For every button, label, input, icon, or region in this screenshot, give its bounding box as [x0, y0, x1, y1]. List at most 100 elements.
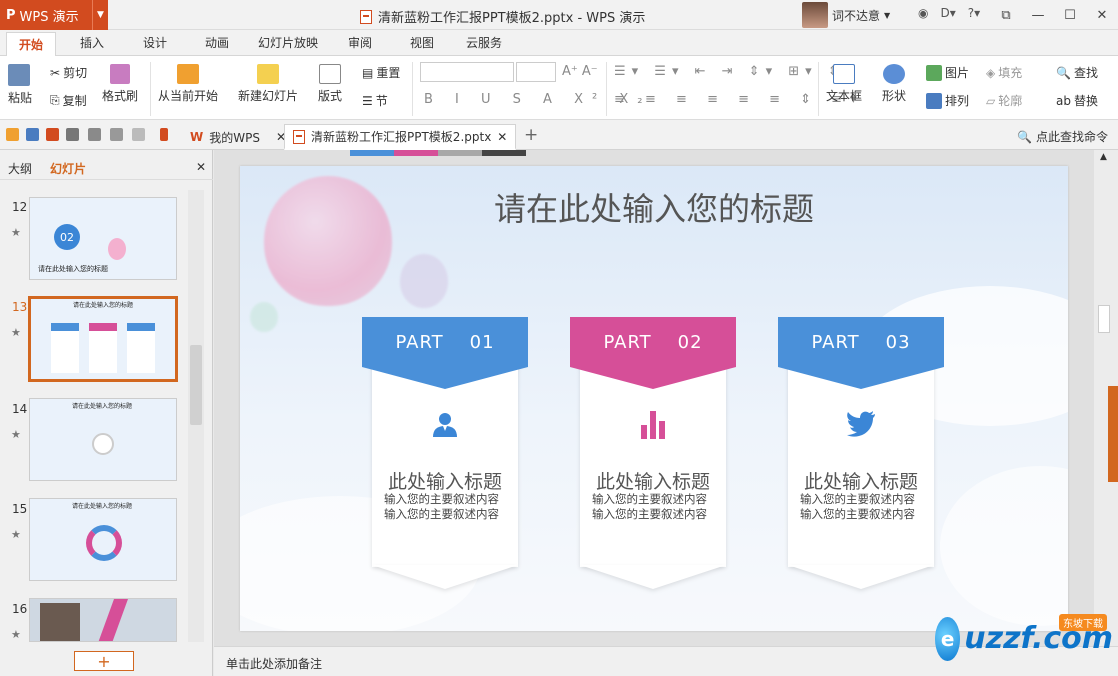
- find-button[interactable]: 🔍 查找: [1056, 64, 1098, 81]
- slide-thumbnail[interactable]: [29, 598, 177, 642]
- card-title[interactable]: 此处输入标题: [362, 467, 528, 494]
- tab-view[interactable]: 视图: [410, 34, 434, 51]
- font-grow-icon[interactable]: A⁺ A⁻: [562, 64, 598, 79]
- card-banner: PART 01: [362, 317, 528, 367]
- slide-thumbnail[interactable]: 请在此处输入您的标题: [29, 498, 177, 581]
- skin-icon[interactable]: ◉: [918, 6, 928, 20]
- from-current-button[interactable]: 从当前开始: [158, 64, 218, 104]
- card-title[interactable]: 此处输入标题: [570, 467, 736, 494]
- open-icon[interactable]: [6, 128, 19, 141]
- font-name-input[interactable]: [420, 62, 514, 82]
- side-panel-toggle[interactable]: [1108, 386, 1118, 482]
- scrollbar-thumb[interactable]: [190, 345, 202, 425]
- share-icon[interactable]: D▾: [940, 6, 955, 20]
- export-pdf-icon[interactable]: [46, 128, 59, 141]
- part-card[interactable]: PART 02 此处输入标题 输入您的主要叙述内容 输入您的主要叙述内容: [570, 317, 736, 597]
- format-painter-button[interactable]: 格式刷: [102, 64, 138, 104]
- section-button[interactable]: ☰ 节: [362, 92, 388, 109]
- card-description[interactable]: 输入您的主要叙述内容 输入您的主要叙述内容: [384, 492, 514, 522]
- avatar[interactable]: [802, 2, 828, 28]
- tab-slideshow[interactable]: 幻灯片放映: [258, 34, 318, 51]
- minimize-button[interactable]: —: [1022, 0, 1054, 30]
- paste-button[interactable]: 粘贴: [8, 64, 32, 106]
- close-button[interactable]: ✕: [1086, 0, 1118, 30]
- slide-thumbnail[interactable]: 02 请在此处输入您的标题: [29, 197, 177, 280]
- font-size-input[interactable]: [516, 62, 556, 82]
- shape-button[interactable]: 形状: [882, 64, 906, 104]
- slide-title[interactable]: 请在此处输入您的标题: [240, 184, 1068, 230]
- from-current-label: 从当前开始: [158, 89, 219, 103]
- new-slide-icon: [257, 64, 279, 84]
- scrollbar-thumb[interactable]: [1098, 305, 1110, 333]
- tab-slides[interactable]: 幻灯片: [50, 160, 86, 177]
- part-card[interactable]: PART 03 此处输入标题 输入您的主要叙述内容 输入您的主要叙述内容: [778, 317, 944, 597]
- close-icon[interactable]: ✕: [497, 130, 507, 144]
- save-icon[interactable]: [26, 128, 39, 141]
- print-icon[interactable]: [66, 128, 79, 141]
- tab-insert[interactable]: 插入: [80, 34, 104, 51]
- slide-thumbnail[interactable]: 请在此处输入您的标题: [29, 398, 177, 481]
- notes-placeholder[interactable]: 单击此处添加备注: [226, 655, 322, 672]
- tab-design[interactable]: 设计: [143, 34, 167, 51]
- slide[interactable]: 请在此处输入您的标题 PART 01 此处输入标题 输入您的主要叙述内容 输入您…: [240, 166, 1068, 631]
- outline-button[interactable]: ▱ 轮廓: [986, 92, 1022, 109]
- preview-icon[interactable]: [88, 128, 101, 141]
- search-icon: 🔍: [1017, 130, 1033, 144]
- layout-button[interactable]: 版式: [318, 64, 342, 104]
- card-description[interactable]: 输入您的主要叙述内容 输入您的主要叙述内容: [592, 492, 722, 522]
- user-account[interactable]: 词不达意 ▼: [802, 2, 890, 28]
- restore-icon[interactable]: ⧉: [990, 0, 1022, 30]
- thumbnail-caption: 请在此处输入您的标题: [72, 503, 133, 510]
- tab-animation[interactable]: 动画: [205, 34, 229, 51]
- pink-stripe: [97, 599, 129, 641]
- more-icon[interactable]: [160, 128, 168, 141]
- fill-button[interactable]: ◈ 填充: [986, 64, 1022, 81]
- redo-icon[interactable]: [132, 128, 145, 141]
- part-card[interactable]: PART 01 此处输入标题 输入您的主要叙述内容 输入您的主要叙述内容: [362, 317, 528, 597]
- panel-tabs: 大纲 幻灯片 ✕: [0, 150, 213, 180]
- chevron-down-icon[interactable]: ▼: [884, 11, 890, 20]
- shape-icon: [883, 64, 905, 84]
- bird-icon: [846, 409, 876, 439]
- help-icon[interactable]: ?▾: [968, 6, 980, 20]
- photo-thumbnail: [40, 603, 80, 641]
- balloon-icon: [250, 302, 278, 332]
- card-description[interactable]: 输入您的主要叙述内容 输入您的主要叙述内容: [800, 492, 930, 522]
- command-search[interactable]: 🔍 点此查找命令: [1017, 128, 1108, 145]
- picture-label: 图片: [945, 66, 970, 80]
- maximize-button[interactable]: ☐: [1054, 0, 1086, 30]
- cut-button[interactable]: ✂ 剪切: [50, 64, 87, 81]
- tab-document[interactable]: 清新蓝粉工作汇报PPT模板2.pptx ✕: [284, 124, 517, 150]
- new-tab-icon[interactable]: +: [524, 125, 538, 145]
- arrange-button[interactable]: 排列: [926, 92, 969, 109]
- user-name[interactable]: 词不达意: [832, 7, 880, 24]
- close-icon[interactable]: ✕: [196, 160, 206, 174]
- paste-label: 粘贴: [8, 91, 33, 105]
- textbox-button[interactable]: 文本框: [826, 64, 862, 104]
- tab-review[interactable]: 审阅: [348, 34, 372, 51]
- tab-home[interactable]: 开始: [6, 32, 57, 56]
- replace-button[interactable]: ab 替换: [1056, 92, 1098, 109]
- reset-button[interactable]: ▤ 重置: [362, 64, 400, 81]
- canvas-scrollbar[interactable]: ▲: [1094, 150, 1118, 646]
- app-menu-button[interactable]: P WPS 演示 ▼: [0, 0, 108, 30]
- card-title[interactable]: 此处输入标题: [778, 467, 944, 494]
- chevron-down-icon[interactable]: ▼: [92, 0, 108, 30]
- card-tip: [580, 565, 726, 589]
- tab-my-wps[interactable]: W 我的WPS ✕: [182, 124, 294, 150]
- scroll-up-icon[interactable]: ▲: [1100, 152, 1107, 162]
- copy-button[interactable]: ⎘ 复制: [50, 92, 87, 109]
- undo-icon[interactable]: [110, 128, 123, 141]
- picture-button[interactable]: 图片: [926, 64, 969, 81]
- list-tools[interactable]: ☰▾ ☰▾ ⇤ ⇥ ⇕▾ ⊞▾ ⇕▾: [614, 64, 857, 79]
- slide-thumbnail-selected[interactable]: 请在此处输入您的标题: [28, 296, 178, 382]
- panel-scrollbar[interactable]: [188, 190, 204, 642]
- add-slide-button[interactable]: +: [74, 651, 134, 671]
- new-slide-button[interactable]: 新建幻灯片: [238, 64, 298, 104]
- tab-outline[interactable]: 大纲: [8, 160, 32, 177]
- command-search-label: 点此查找命令: [1035, 130, 1108, 144]
- card-number: 02: [677, 331, 703, 353]
- tab-document-label: 清新蓝粉工作汇报PPT模板2.pptx: [311, 130, 492, 144]
- tab-cloud[interactable]: 云服务: [466, 34, 502, 51]
- mini-card: [51, 323, 79, 373]
